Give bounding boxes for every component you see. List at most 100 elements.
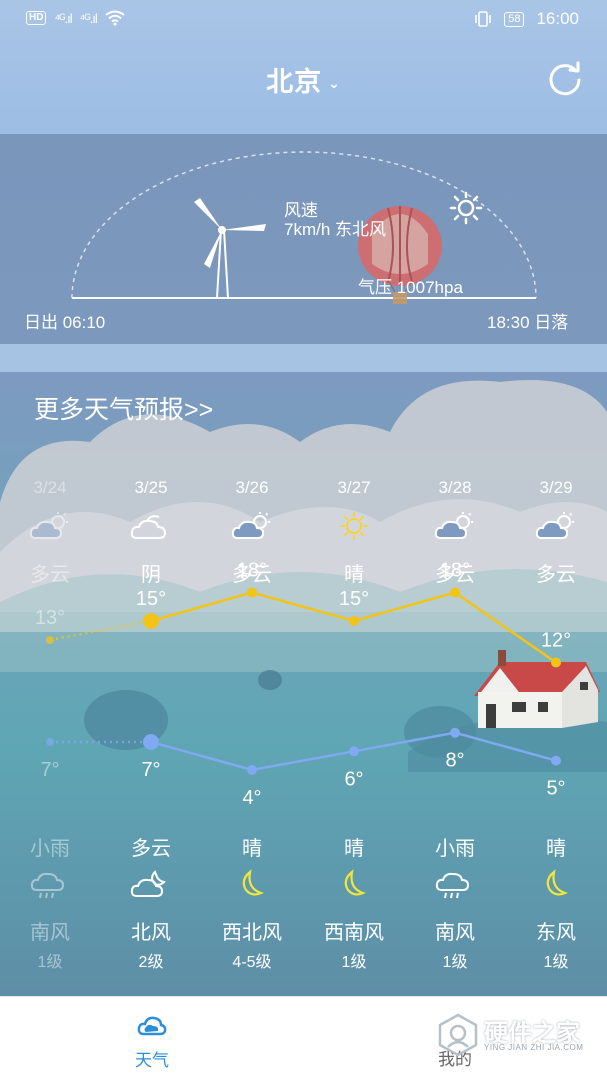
wind-direction: 西南风: [324, 922, 384, 944]
high-temp-label: 15°: [339, 588, 369, 610]
night-weather: 小雨: [435, 838, 475, 860]
wind-direction: 西北风: [222, 922, 282, 944]
sun-wind-panel: 风速 7km/h 东北风 气压 1007hpa 日出 06:10 18:30 日…: [0, 134, 607, 344]
signal-icon: ⁴ᴳ.ıl: [54, 10, 72, 26]
day-weather: 多云: [435, 564, 475, 586]
high-temp-point: [349, 616, 359, 626]
high-temp-label: 12°: [541, 630, 571, 652]
low-temp-segment: [150, 740, 253, 772]
pressure-value: 气压 1007hpa: [358, 278, 463, 297]
nav-weather[interactable]: 天气: [112, 1015, 192, 1071]
high-temp-point: [450, 587, 460, 598]
high-temp-point: [46, 636, 54, 644]
wind-level: 1级: [37, 954, 63, 971]
low-temp-segment: [454, 731, 557, 762]
sunset-time: 18:30 日落: [487, 313, 569, 332]
day-weather: 多云: [536, 564, 576, 586]
wind-level: 2级: [138, 954, 164, 971]
rain-icon: [435, 872, 470, 899]
low-temp-point: [450, 727, 460, 738]
high-temp-segment: [353, 591, 456, 623]
wind-level: 1级: [543, 954, 569, 971]
moon-icon: [344, 869, 367, 896]
temperature-chart: 13°15°18°15°18°12°7° 7°4°6°8°5°: [35, 560, 571, 809]
low-temp-segment: [353, 731, 456, 753]
low-temp-point: [551, 755, 561, 766]
day-weather: 多云: [232, 564, 272, 586]
cloudy-night-icon: [130, 870, 167, 897]
chevron-down-icon: ⌄: [328, 75, 341, 92]
forecast-panel: 更多天气预报>> 13° 15° 18° 15° 18° 12° 7° 7° 4° 6° 8° 5° …: [0, 372, 607, 996]
city-name: 北京: [266, 67, 323, 97]
high-temp-label: 15°: [136, 588, 166, 610]
battery-icon: 58: [504, 11, 525, 27]
night-weather: 晴: [546, 838, 566, 860]
wind-speed-value: 7km/h 东北风: [284, 220, 387, 239]
low-temp-point: [143, 734, 159, 750]
clock: 16:00: [536, 9, 579, 28]
sun-icon: [449, 191, 483, 225]
wind-level: 1级: [442, 954, 468, 971]
forecast-date: 3/25: [134, 478, 168, 497]
night-weather: 晴: [242, 838, 262, 860]
low-temp-label: 7°: [40, 759, 59, 781]
sun-icon: [340, 512, 368, 540]
forecast-date: 3/28: [438, 478, 472, 497]
low-temp-label: 6°: [344, 768, 363, 790]
sunrise-time: 日出 06:10: [24, 313, 106, 332]
day-weather: 多云: [30, 564, 70, 586]
night-weather: 晴: [344, 838, 364, 860]
high-temp-segment: [150, 591, 253, 623]
low-temp-label: 7°: [141, 759, 160, 781]
signal-icon-2: ⁴ᴳ.ıl: [79, 10, 98, 26]
high-temp-point: [247, 587, 257, 598]
watermark-logo-icon: [438, 1013, 478, 1057]
windmill-icon: [194, 198, 266, 299]
forecast-date: 3/27: [337, 478, 371, 497]
wind-direction: 北风: [131, 922, 171, 944]
high-temp-point: [551, 657, 561, 668]
partly-cloudy-icon: [231, 512, 270, 539]
nav-weather-label: 天气: [135, 1051, 169, 1070]
vibrate-icon: [475, 11, 492, 27]
low-temp-point: [247, 764, 257, 775]
high-temp-segment: [49, 619, 152, 642]
partly-cloudy-icon: [434, 512, 473, 539]
moon-icon: [242, 869, 265, 896]
wind-level: 1级: [341, 954, 367, 971]
watermark-subtitle: YING JIAN ZHI JIA.COM: [484, 1043, 584, 1052]
city-selector[interactable]: 北京 ⌄: [0, 60, 607, 99]
rain-icon: [30, 872, 65, 899]
high-temp-segment: [454, 591, 557, 664]
cloud-icon: [137, 1016, 167, 1036]
day-weather: 阴: [141, 564, 161, 586]
partly-cloudy-icon: [29, 512, 68, 539]
wind-direction: 南风: [435, 922, 475, 944]
moon-icon: [546, 869, 569, 896]
forecast-date: 3/26: [235, 478, 269, 497]
partly-cloudy-icon: [535, 512, 574, 539]
night-weather: 多云: [131, 838, 171, 860]
high-temp-point: [143, 613, 159, 629]
low-temp-point: [349, 746, 359, 757]
wind-direction: 东风: [536, 922, 576, 944]
wind-direction: 南风: [30, 922, 70, 944]
forecast-date: 3/29: [539, 478, 573, 497]
status-bar: HD ⁴ᴳ.ıl ⁴ᴳ.ıl 58 16:00: [0, 0, 607, 38]
low-temp-label: 5°: [546, 778, 565, 800]
forecast-date: 3/24: [33, 478, 67, 497]
header-area: HD ⁴ᴳ.ıl ⁴ᴳ.ıl 58 16:00 北京 ⌄: [0, 0, 607, 134]
low-temp-label: 8°: [445, 750, 464, 772]
night-weather: 小雨: [30, 838, 70, 860]
refresh-icon[interactable]: [545, 58, 585, 98]
low-temp-point: [46, 738, 54, 746]
watermark: 硬件之家 YING JIAN ZHI JIA.COM: [432, 1011, 602, 1063]
wind-level: 4-5级: [232, 954, 272, 971]
wifi-icon: [105, 10, 125, 26]
low-temp-label: 4°: [242, 787, 261, 809]
day-weather: 晴: [344, 564, 364, 586]
low-temp-segment: [251, 750, 355, 772]
bottom-nav: 天气 我的 硬件之家 YING JIAN ZHI JIA.COM: [0, 996, 607, 1080]
hd-indicator: HD: [26, 11, 47, 25]
overcast-icon: [130, 515, 167, 539]
